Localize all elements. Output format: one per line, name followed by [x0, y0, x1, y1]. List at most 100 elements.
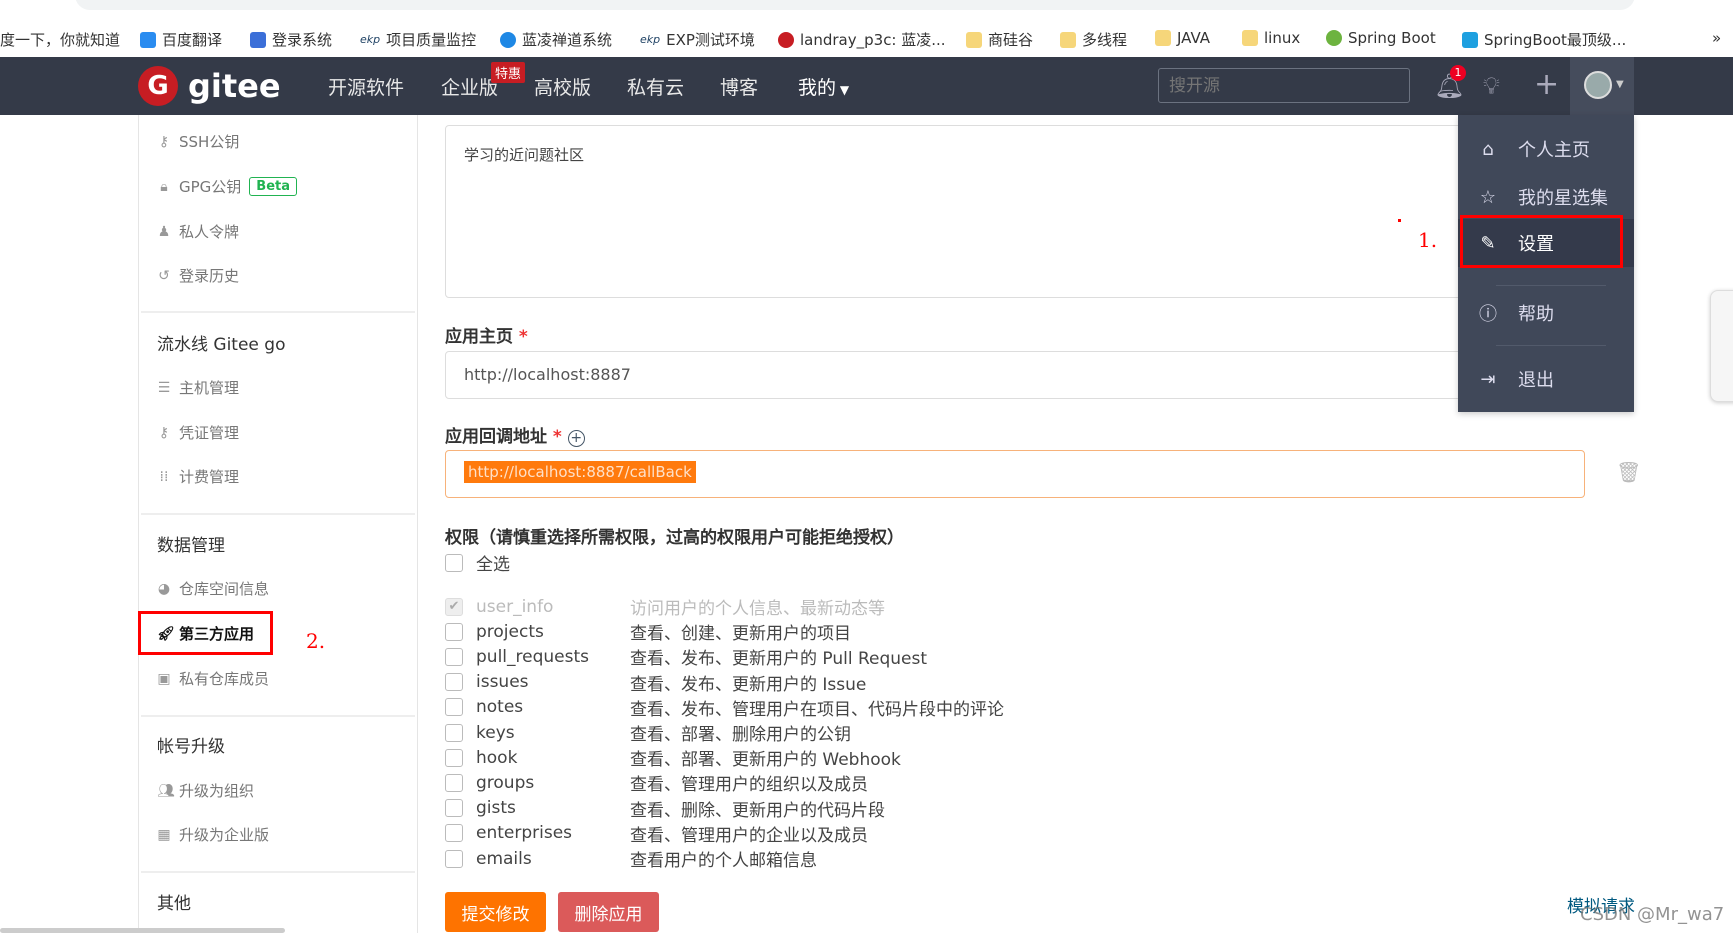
- permission-row: gists 查看、删除、更新用户的代码片段: [445, 796, 885, 821]
- checkbox[interactable]: [445, 799, 463, 818]
- permission-desc: 查看、发布、管理用户在项目、代码片段中的评论: [630, 699, 1004, 720]
- bookmark[interactable]: 商硅谷: [966, 29, 1033, 50]
- bookmark[interactable]: SpringBoot最顶级...: [1462, 29, 1626, 50]
- nav-enterprise[interactable]: 企业版: [441, 73, 498, 100]
- nav-education[interactable]: 高校版: [534, 73, 591, 100]
- caret-down-icon: ▼: [836, 83, 850, 97]
- permission-row: keys 查看、部署、删除用户的公钥: [445, 720, 851, 745]
- nav-blog[interactable]: 博客: [720, 73, 758, 100]
- permission-name: notes: [476, 697, 524, 718]
- sidebar-item-login-history[interactable]: ↺ 登录历史: [157, 265, 239, 286]
- gitee-icon: [778, 31, 794, 48]
- nav-mine[interactable]: 我的 ▼: [798, 73, 849, 100]
- permission-row: groups 查看、管理用户的组织以及成员: [445, 770, 868, 795]
- permission-row: notes 查看、发布、管理用户在项目、代码片段中的评论: [445, 695, 1004, 720]
- spring-icon: [1326, 30, 1342, 46]
- checkbox[interactable]: [445, 698, 463, 717]
- description-textarea[interactable]: 学习的近问题社区: [445, 125, 1585, 298]
- beta-badge: Beta: [249, 177, 298, 196]
- bookmark[interactable]: 百度翻译: [140, 29, 222, 50]
- sidebar-item-private-members[interactable]: ▣ 私有仓库成员: [157, 668, 269, 689]
- bilibili-icon: [1462, 31, 1478, 48]
- annotation-box: [1460, 215, 1623, 268]
- callback-value: http://localhost:8887/callBack: [464, 461, 696, 483]
- address-bar[interactable]: [75, 0, 1635, 10]
- more-bookmarks-button[interactable]: »: [1712, 29, 1721, 47]
- bookmark[interactable]: landray_p3c: 蓝凌...: [778, 29, 946, 50]
- checkbox[interactable]: [445, 773, 463, 792]
- sidebar-item-gpg-keys[interactable]: 🔒︎ GPG公钥 Beta: [157, 176, 298, 197]
- permission-desc: 查看、部署、更新用户的 Webhook: [630, 750, 901, 771]
- bookmark[interactable]: JAVA: [1155, 29, 1210, 47]
- bookmark-label: 登录系统: [272, 31, 333, 49]
- plus-icon[interactable]: +: [1534, 67, 1559, 102]
- bookmark[interactable]: ekp 项目质量监控: [360, 29, 476, 50]
- bookmark[interactable]: linux: [1242, 29, 1300, 47]
- gitee-logo[interactable]: Ggitee: [138, 66, 281, 106]
- menu-item-profile[interactable]: ⌂ 个人主页: [1458, 126, 1634, 172]
- lock-icon: 🔒︎: [160, 178, 168, 195]
- section-title: 帐号升级: [157, 737, 225, 757]
- bookmark-label: SpringBoot最顶级...: [1484, 31, 1627, 49]
- delete-app-button[interactable]: 删除应用: [558, 892, 659, 932]
- callback-input[interactable]: http://localhost:8887/callBack: [445, 450, 1585, 498]
- lightbulb-icon[interactable]: 💡︎: [1483, 72, 1500, 100]
- menu-item-help[interactable]: ⓘ 帮助: [1458, 290, 1634, 336]
- required-mark: *: [518, 327, 528, 347]
- sidebar-item-tokens[interactable]: ♟ 私人令牌: [157, 221, 239, 242]
- nav-open-source[interactable]: 开源软件: [328, 73, 404, 100]
- history-icon: ↺: [158, 267, 170, 284]
- menu-item-stars[interactable]: ☆ 我的星选集: [1458, 174, 1634, 220]
- checkbox[interactable]: [445, 553, 463, 572]
- checkbox[interactable]: [445, 647, 463, 666]
- avatar[interactable]: [1584, 71, 1612, 99]
- horizontal-scrollbar[interactable]: [0, 928, 285, 933]
- bookmark[interactable]: 度一下，你就知道: [0, 29, 120, 50]
- bookmark[interactable]: Spring Boot: [1326, 29, 1436, 47]
- notification-badge: 1: [1450, 65, 1466, 81]
- zentao-icon: [500, 31, 516, 48]
- bookmark-label: 项目质量监控: [386, 31, 477, 49]
- checkbox[interactable]: [445, 673, 463, 692]
- permission-desc: 查看、管理用户的组织以及成员: [630, 775, 868, 796]
- divider: [141, 871, 415, 873]
- checkbox[interactable]: [445, 723, 463, 742]
- add-callback-icon[interactable]: +: [567, 430, 585, 447]
- section-title: 流水线 Gitee go: [157, 335, 286, 355]
- sidebar-item-hosts[interactable]: ☰ 主机管理: [157, 377, 239, 398]
- bookmark[interactable]: 多线程: [1060, 29, 1127, 50]
- promo-badge: 特惠: [491, 62, 526, 83]
- nav-private-cloud[interactable]: 私有云: [627, 73, 684, 100]
- side-widget[interactable]: [1710, 290, 1733, 402]
- section-title: 数据管理: [157, 536, 225, 556]
- checkbox: ✔: [445, 597, 463, 616]
- permission-name: pull_requests: [476, 646, 589, 667]
- sidebar-item-billing[interactable]: ⁞⁞ 计费管理: [157, 466, 239, 487]
- bookmark[interactable]: 登录系统: [250, 29, 332, 50]
- bookmark[interactable]: 蓝凌禅道系统: [500, 29, 612, 50]
- sidebar-item-repo-space[interactable]: ◕ 仓库空间信息: [157, 578, 269, 599]
- sidebar-item-upgrade-org[interactable]: 👥︎ 升级为组织: [157, 780, 254, 801]
- submit-button[interactable]: 提交修改: [445, 892, 546, 932]
- sidebar-item-credentials[interactable]: ⚷ 凭证管理: [157, 422, 239, 443]
- sidebar-item-label: 仓库空间信息: [179, 580, 270, 598]
- menu-item-logout[interactable]: ⇥ 退出: [1458, 356, 1634, 402]
- checkbox[interactable]: [445, 748, 463, 767]
- sidebar-item-ssh-keys[interactable]: ⚷ SSH公钥: [157, 131, 239, 152]
- permission-desc: 查看用户的个人邮箱信息: [630, 851, 817, 871]
- trash-icon[interactable]: 🗑︎: [1616, 460, 1641, 484]
- homepage-input[interactable]: http://localhost:8887: [445, 351, 1585, 399]
- search-input[interactable]: [1158, 68, 1410, 103]
- sidebar-item-upgrade-enterprise[interactable]: ▦ 升级为企业版: [157, 824, 269, 845]
- select-all-checkbox[interactable]: 全选: [445, 550, 510, 575]
- sidebar-item-label: 计费管理: [179, 468, 240, 486]
- watermark: CSDN @Mr_wa7: [1580, 904, 1725, 925]
- checkbox[interactable]: [445, 849, 463, 868]
- bookmark[interactable]: ekp EXP测试环境: [640, 29, 755, 50]
- permission-name: emails: [476, 848, 532, 869]
- checkbox[interactable]: [445, 824, 463, 843]
- checkbox[interactable]: [445, 622, 463, 641]
- folder-icon: [1155, 30, 1171, 46]
- bookmark-label: 度一下，你就知道: [0, 31, 121, 49]
- homepage-label: 应用主页 *: [445, 322, 528, 347]
